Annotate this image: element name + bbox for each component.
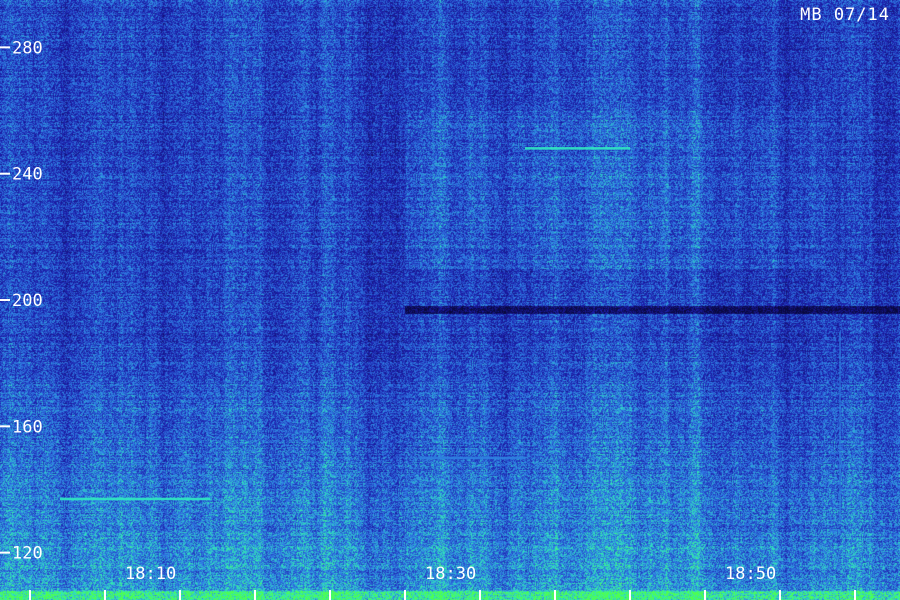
y-tick-label: 280: [12, 38, 43, 58]
y-tick-label: 160: [12, 417, 43, 437]
x-tick-label: 18:50: [725, 564, 776, 584]
y-tick-label: 200: [12, 291, 43, 311]
axis-overlay: 280 240 200 160 120 18:10 18:30 18:50: [0, 38, 856, 600]
y-tick-label: 120: [12, 544, 43, 564]
chart-title: MB 07/14: [800, 5, 890, 25]
spectrogram-chart: 280 240 200 160 120 18:10 18:30 18:50 MB 07/14: [0, 0, 900, 600]
y-tick-label: 240: [12, 165, 43, 185]
x-tick-label: 18:10: [125, 564, 176, 584]
x-tick-label: 18:30: [425, 564, 476, 584]
